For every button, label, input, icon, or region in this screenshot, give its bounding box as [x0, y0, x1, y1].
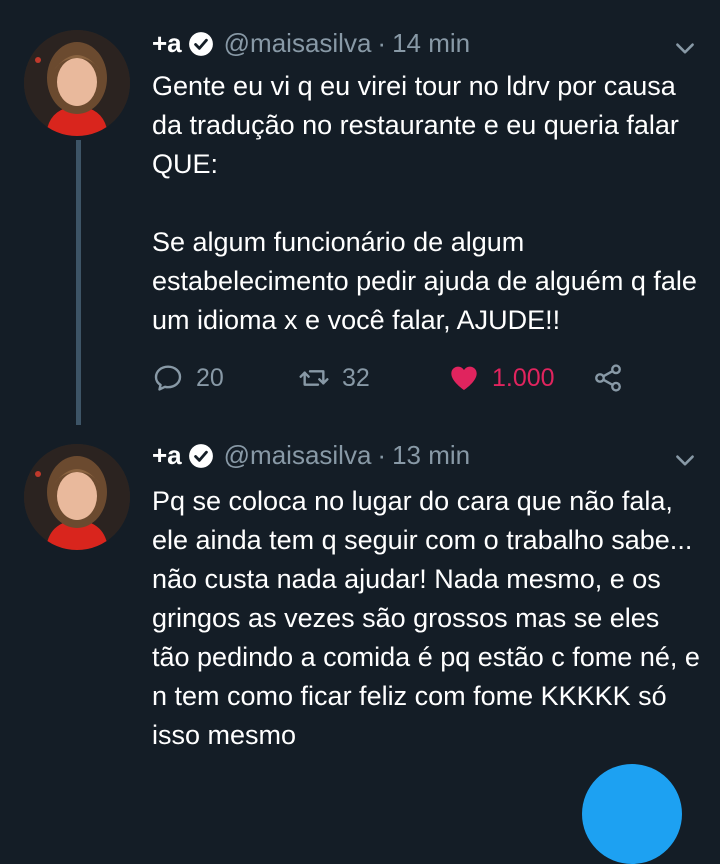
compose-tweet-button[interactable]	[582, 764, 682, 864]
reply-button[interactable]: 20	[152, 362, 224, 394]
avatar[interactable]	[24, 444, 130, 550]
handle[interactable]: @maisasilva	[224, 28, 372, 59]
reply-icon	[154, 365, 182, 391]
reply-count: 20	[196, 363, 224, 392]
retweet-icon	[299, 370, 329, 386]
tweet-header: +a @maisasilva · 13 min	[152, 440, 470, 471]
retweet-count: 32	[342, 363, 370, 392]
tweet-actions: 20 32 1.000	[152, 362, 692, 398]
timestamp[interactable]: 13 min	[392, 440, 470, 471]
avatar[interactable]	[24, 30, 130, 136]
like-count: 1.000	[492, 363, 555, 392]
separator: ·	[377, 28, 387, 58]
thread-line	[76, 140, 81, 425]
share-button[interactable]	[592, 362, 624, 394]
timestamp[interactable]: 14 min	[392, 28, 470, 59]
display-name[interactable]: +a	[152, 440, 182, 471]
separator: ·	[377, 440, 387, 470]
avatar-image	[24, 444, 130, 550]
tweet-header: +a @maisasilva · 14 min	[152, 28, 470, 59]
share-icon	[595, 364, 621, 392]
chevron-down-icon[interactable]	[672, 448, 698, 474]
tweet-text: Gente eu vi q eu virei tour no ldrv por …	[152, 71, 697, 335]
retweet-button[interactable]: 32	[298, 362, 370, 394]
verified-icon	[188, 31, 213, 56]
like-button[interactable]: 1.000	[448, 362, 555, 394]
avatar-image	[24, 30, 130, 136]
verified-icon	[188, 443, 213, 468]
tweet-text: Pq se coloca no lugar do cara que não fa…	[152, 486, 708, 750]
handle[interactable]: @maisasilva	[224, 440, 372, 471]
display-name[interactable]: +a	[152, 28, 182, 59]
heart-icon	[451, 366, 477, 390]
chevron-down-icon[interactable]	[672, 36, 698, 62]
